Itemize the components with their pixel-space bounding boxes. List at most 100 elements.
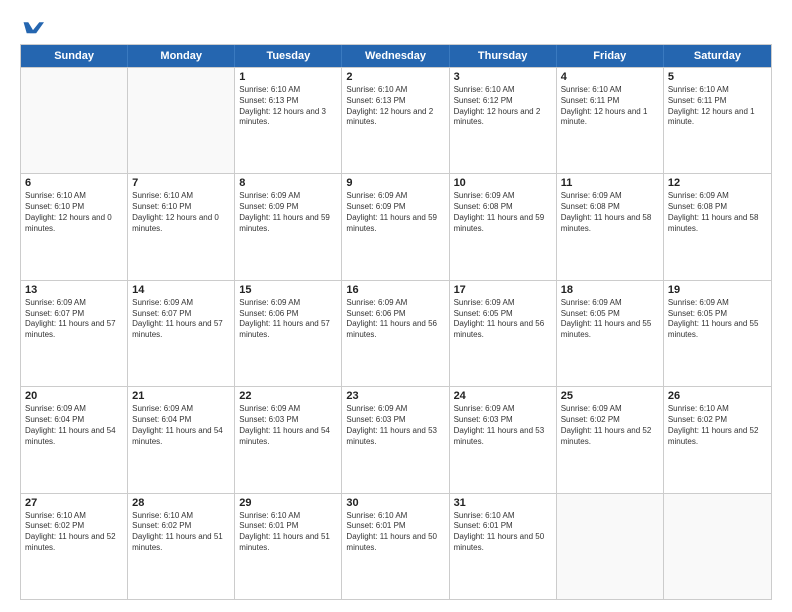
day-cell-21: 21 Sunrise: 6:09 AMSunset: 6:04 PMDayligh…	[128, 387, 235, 492]
weekday-header-tuesday: Tuesday	[235, 45, 342, 67]
week-row-3: 20 Sunrise: 6:09 AMSunset: 6:04 PMDayligh…	[21, 386, 771, 492]
day-number: 7	[132, 177, 230, 189]
day-number: 20	[25, 390, 123, 402]
day-cell-23: 23 Sunrise: 6:09 AMSunset: 6:03 PMDayligh…	[342, 387, 449, 492]
day-number: 30	[346, 497, 444, 509]
day-number: 22	[239, 390, 337, 402]
day-info: Sunrise: 6:10 AMSunset: 6:01 PMDaylight:…	[239, 511, 337, 554]
day-cell-9: 9 Sunrise: 6:09 AMSunset: 6:09 PMDaylight…	[342, 174, 449, 279]
day-info: Sunrise: 6:09 AMSunset: 6:03 PMDaylight:…	[346, 404, 444, 447]
day-info: Sunrise: 6:10 AMSunset: 6:02 PMDaylight:…	[668, 404, 767, 447]
day-info: Sunrise: 6:10 AMSunset: 6:13 PMDaylight:…	[239, 85, 337, 128]
day-cell-4: 4Sunrise: 6:10 AMSunset: 6:11 PMDaylight…	[557, 68, 664, 173]
day-cell-1: 1 Sunrise: 6:10 AMSunset: 6:13 PMDaylight…	[235, 68, 342, 173]
day-cell-28: 28 Sunrise: 6:10 AMSunset: 6:02 PMDayligh…	[128, 494, 235, 599]
day-cell-31: 31 Sunrise: 6:10 AMSunset: 6:01 PMDayligh…	[450, 494, 557, 599]
day-number: 11	[561, 177, 659, 189]
weekday-header-monday: Monday	[128, 45, 235, 67]
day-cell-18: 18Sunrise: 6:09 AMSunset: 6:05 PMDayligh…	[557, 281, 664, 386]
day-number: 18	[561, 284, 659, 296]
day-number: 13	[25, 284, 123, 296]
logo	[20, 18, 44, 34]
day-cell-6: 6 Sunrise: 6:10 AMSunset: 6:10 PMDaylight…	[21, 174, 128, 279]
day-number: 4	[561, 71, 659, 83]
day-cell-8: 8Sunrise: 6:09 AMSunset: 6:09 PMDaylight…	[235, 174, 342, 279]
weekday-header-saturday: Saturday	[664, 45, 771, 67]
weekday-header-sunday: Sunday	[21, 45, 128, 67]
day-info: Sunrise: 6:09 AMSunset: 6:03 PMDaylight:…	[239, 404, 337, 447]
day-info: Sunrise: 6:09 AMSunset: 6:09 PMDaylight:…	[239, 191, 337, 234]
day-number: 26	[668, 390, 767, 402]
page: SundayMondayTuesdayWednesdayThursdayFrid…	[0, 0, 792, 612]
day-number: 25	[561, 390, 659, 402]
day-number: 12	[668, 177, 767, 189]
day-info: Sunrise: 6:10 AMSunset: 6:02 PMDaylight:…	[25, 511, 123, 554]
empty-cell	[664, 494, 771, 599]
day-cell-15: 15 Sunrise: 6:09 AMSunset: 6:06 PMDayligh…	[235, 281, 342, 386]
day-info: Sunrise: 6:09 AMSunset: 6:08 PMDaylight:…	[454, 191, 552, 234]
logo-text	[20, 18, 44, 36]
empty-cell	[21, 68, 128, 173]
day-info: Sunrise: 6:10 AMSunset: 6:12 PMDaylight:…	[454, 85, 552, 128]
day-cell-17: 17Sunrise: 6:09 AMSunset: 6:05 PMDayligh…	[450, 281, 557, 386]
day-info: Sunrise: 6:09 AMSunset: 6:06 PMDaylight:…	[239, 298, 337, 341]
day-info: Sunrise: 6:10 AMSunset: 6:13 PMDaylight:…	[346, 85, 444, 128]
calendar: SundayMondayTuesdayWednesdayThursdayFrid…	[20, 44, 772, 600]
day-info: Sunrise: 6:09 AMSunset: 6:08 PMDaylight:…	[668, 191, 767, 234]
day-cell-29: 29 Sunrise: 6:10 AMSunset: 6:01 PMDayligh…	[235, 494, 342, 599]
day-number: 23	[346, 390, 444, 402]
day-info: Sunrise: 6:10 AMSunset: 6:01 PMDaylight:…	[454, 511, 552, 554]
day-info: Sunrise: 6:09 AMSunset: 6:03 PMDaylight:…	[454, 404, 552, 447]
day-number: 29	[239, 497, 337, 509]
day-number: 28	[132, 497, 230, 509]
day-number: 6	[25, 177, 123, 189]
day-cell-5: 5 Sunrise: 6:10 AMSunset: 6:11 PMDaylight…	[664, 68, 771, 173]
day-cell-22: 22 Sunrise: 6:09 AMSunset: 6:03 PMDayligh…	[235, 387, 342, 492]
day-cell-26: 26 Sunrise: 6:10 AMSunset: 6:02 PMDayligh…	[664, 387, 771, 492]
empty-cell	[557, 494, 664, 599]
day-number: 16	[346, 284, 444, 296]
day-number: 9	[346, 177, 444, 189]
empty-cell	[128, 68, 235, 173]
day-info: Sunrise: 6:09 AMSunset: 6:04 PMDaylight:…	[132, 404, 230, 447]
day-number: 10	[454, 177, 552, 189]
day-info: Sunrise: 6:09 AMSunset: 6:05 PMDaylight:…	[454, 298, 552, 341]
day-cell-3: 3Sunrise: 6:10 AMSunset: 6:12 PMDaylight…	[450, 68, 557, 173]
day-cell-12: 12 Sunrise: 6:09 AMSunset: 6:08 PMDayligh…	[664, 174, 771, 279]
day-number: 2	[346, 71, 444, 83]
weekday-header-friday: Friday	[557, 45, 664, 67]
day-number: 15	[239, 284, 337, 296]
header	[20, 18, 772, 34]
day-cell-20: 20Sunrise: 6:09 AMSunset: 6:04 PMDayligh…	[21, 387, 128, 492]
day-cell-24: 24 Sunrise: 6:09 AMSunset: 6:03 PMDayligh…	[450, 387, 557, 492]
day-info: Sunrise: 6:09 AMSunset: 6:02 PMDaylight:…	[561, 404, 659, 447]
day-number: 14	[132, 284, 230, 296]
day-cell-2: 2 Sunrise: 6:10 AMSunset: 6:13 PMDaylight…	[342, 68, 449, 173]
day-cell-13: 13 Sunrise: 6:09 AMSunset: 6:07 PMDayligh…	[21, 281, 128, 386]
day-info: Sunrise: 6:09 AMSunset: 6:07 PMDaylight:…	[132, 298, 230, 341]
week-row-2: 13 Sunrise: 6:09 AMSunset: 6:07 PMDayligh…	[21, 280, 771, 386]
calendar-body: 1 Sunrise: 6:10 AMSunset: 6:13 PMDaylight…	[21, 67, 771, 599]
day-info: Sunrise: 6:09 AMSunset: 6:07 PMDaylight:…	[25, 298, 123, 341]
day-number: 19	[668, 284, 767, 296]
day-cell-10: 10 Sunrise: 6:09 AMSunset: 6:08 PMDayligh…	[450, 174, 557, 279]
day-cell-25: 25 Sunrise: 6:09 AMSunset: 6:02 PMDayligh…	[557, 387, 664, 492]
day-info: Sunrise: 6:09 AMSunset: 6:08 PMDaylight:…	[561, 191, 659, 234]
day-cell-14: 14 Sunrise: 6:09 AMSunset: 6:07 PMDayligh…	[128, 281, 235, 386]
day-cell-11: 11 Sunrise: 6:09 AMSunset: 6:08 PMDayligh…	[557, 174, 664, 279]
day-number: 21	[132, 390, 230, 402]
day-info: Sunrise: 6:10 AMSunset: 6:11 PMDaylight:…	[668, 85, 767, 128]
weekday-header-wednesday: Wednesday	[342, 45, 449, 67]
day-number: 1	[239, 71, 337, 83]
day-number: 31	[454, 497, 552, 509]
day-number: 24	[454, 390, 552, 402]
day-info: Sunrise: 6:09 AMSunset: 6:09 PMDaylight:…	[346, 191, 444, 234]
calendar-header: SundayMondayTuesdayWednesdayThursdayFrid…	[21, 45, 771, 67]
day-info: Sunrise: 6:10 AMSunset: 6:02 PMDaylight:…	[132, 511, 230, 554]
logo-icon	[22, 18, 44, 36]
day-number: 5	[668, 71, 767, 83]
day-cell-30: 30Sunrise: 6:10 AMSunset: 6:01 PMDayligh…	[342, 494, 449, 599]
day-info: Sunrise: 6:10 AMSunset: 6:10 PMDaylight:…	[25, 191, 123, 234]
weekday-header-thursday: Thursday	[450, 45, 557, 67]
day-info: Sunrise: 6:09 AMSunset: 6:06 PMDaylight:…	[346, 298, 444, 341]
